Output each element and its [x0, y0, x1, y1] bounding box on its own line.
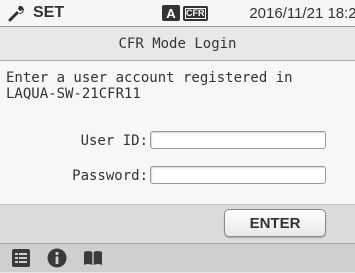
- user-id-input[interactable]: [150, 131, 326, 149]
- datetime: 2016/11/21 18:24: [249, 4, 355, 22]
- auto-badge: A: [162, 5, 180, 21]
- user-id-row: User ID:: [0, 131, 355, 153]
- book-icon[interactable]: [82, 247, 104, 269]
- login-form: Enter a user account registered in LAQUA…: [0, 61, 355, 204]
- screen: SET A CFR 2016/11/21 18:24 CFR Mode Logi…: [0, 0, 355, 272]
- password-label: Password:: [72, 168, 148, 184]
- enter-button[interactable]: ENTER: [224, 209, 326, 237]
- list-icon[interactable]: [10, 247, 32, 269]
- status-bar: SET A CFR 2016/11/21 18:24: [0, 0, 355, 27]
- bottom-toolbar: [0, 243, 355, 272]
- password-row: Password:: [0, 166, 355, 188]
- action-bar: ENTER: [0, 204, 355, 243]
- instruction-message: Enter a user account registered in LAQUA…: [6, 70, 293, 102]
- user-id-label: User ID:: [80, 133, 148, 149]
- set-label: SET: [33, 4, 65, 21]
- wrench-icon: [8, 4, 26, 22]
- set-mode-indicator: SET: [8, 4, 158, 22]
- password-input[interactable]: [150, 166, 326, 184]
- instruction-line-2: LAQUA-SW-21CFR11: [6, 86, 141, 102]
- instruction-line-1: Enter a user account registered in: [6, 70, 293, 86]
- info-icon[interactable]: [46, 247, 68, 269]
- cfr-badge: CFR: [183, 5, 208, 21]
- page-title: CFR Mode Login: [0, 27, 355, 61]
